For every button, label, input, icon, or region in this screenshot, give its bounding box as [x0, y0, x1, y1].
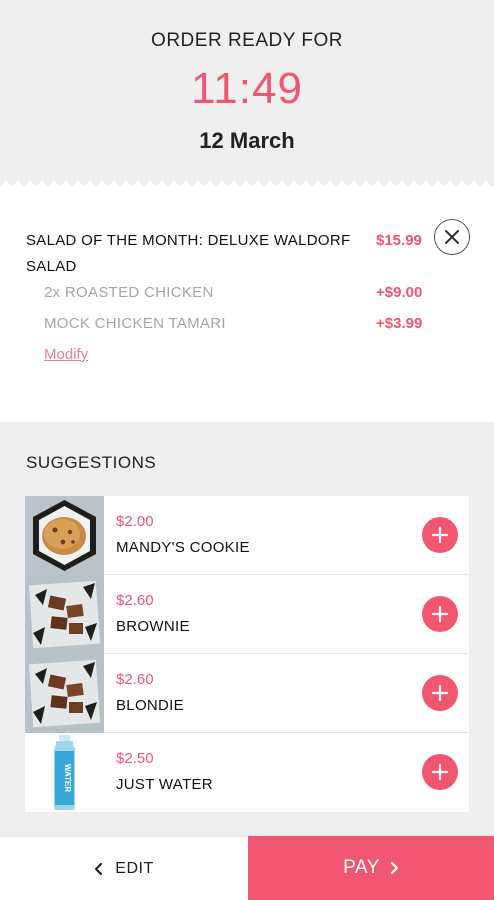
suggestion-name: BROWNIE — [116, 618, 190, 635]
ticket-edge — [0, 180, 494, 188]
chevron-right-icon — [390, 861, 399, 875]
plus-icon — [431, 684, 449, 702]
add-suggestion-button[interactable] — [422, 517, 458, 553]
modifier-price: +$3.99 — [376, 315, 423, 332]
suggestions-title: SUGGESTIONS — [26, 453, 157, 472]
order-header: ORDER READY FOR 11:49 12 March — [0, 0, 494, 186]
edit-button[interactable]: EDIT — [0, 836, 248, 900]
water-bottle-thumbnail: WATER — [25, 733, 104, 812]
cookie-thumbnail — [25, 496, 104, 575]
suggestion-price: $2.60 — [116, 671, 154, 688]
close-icon — [445, 230, 459, 244]
plus-icon — [431, 605, 449, 623]
order-ticket: SALAD OF THE MONTH: DELUXE WALDORF SALAD… — [0, 180, 494, 422]
pay-button[interactable]: PAY — [248, 836, 494, 900]
list-item[interactable]: $2.00 MANDY'S COOKIE — [25, 496, 469, 575]
add-suggestion-button[interactable] — [422, 675, 458, 711]
water-label-text: WATER — [63, 764, 72, 793]
suggestion-name: BLONDIE — [116, 697, 184, 714]
plus-icon — [431, 763, 449, 781]
plus-icon — [431, 526, 449, 544]
brownie-thumbnail — [25, 575, 104, 654]
pay-button-label: PAY — [343, 857, 380, 878]
suggestion-price: $2.00 — [116, 513, 154, 530]
list-item[interactable]: $2.60 BLONDIE — [25, 654, 469, 733]
chevron-left-icon — [94, 862, 103, 876]
add-suggestion-button[interactable] — [422, 754, 458, 790]
remove-item-button[interactable] — [434, 219, 470, 255]
ready-time: 11:49 — [191, 64, 303, 113]
modifier-price: +$9.00 — [376, 284, 423, 301]
suggestion-name: MANDY'S COOKIE — [116, 539, 250, 556]
edit-button-label: EDIT — [115, 859, 154, 877]
list-item[interactable]: $2.60 BROWNIE — [25, 575, 469, 654]
order-item-price: $15.99 — [376, 232, 422, 249]
modifier-label: MOCK CHICKEN TAMARI — [44, 315, 226, 332]
suggestion-price: $2.60 — [116, 592, 154, 609]
order-item-name: SALAD OF THE MONTH: DELUXE WALDORF SALAD — [26, 232, 351, 275]
add-suggestion-button[interactable] — [422, 596, 458, 632]
modifier-label: 2x ROASTED CHICKEN — [44, 284, 214, 301]
ready-date: 12 March — [199, 128, 295, 153]
blondie-thumbnail — [25, 654, 104, 733]
suggestion-price: $2.50 — [116, 750, 154, 767]
suggestion-name: JUST WATER — [116, 776, 213, 793]
list-item[interactable]: WATER $2.50 JUST WATER — [25, 733, 469, 812]
order-ready-label: ORDER READY FOR — [151, 30, 343, 51]
modify-link[interactable]: Modify — [44, 346, 88, 363]
bottom-action-bar: EDIT PAY — [0, 836, 494, 900]
suggestions-list: $2.00 MANDY'S COOKIE $2.60 BROWNIE $2.60… — [25, 496, 469, 812]
